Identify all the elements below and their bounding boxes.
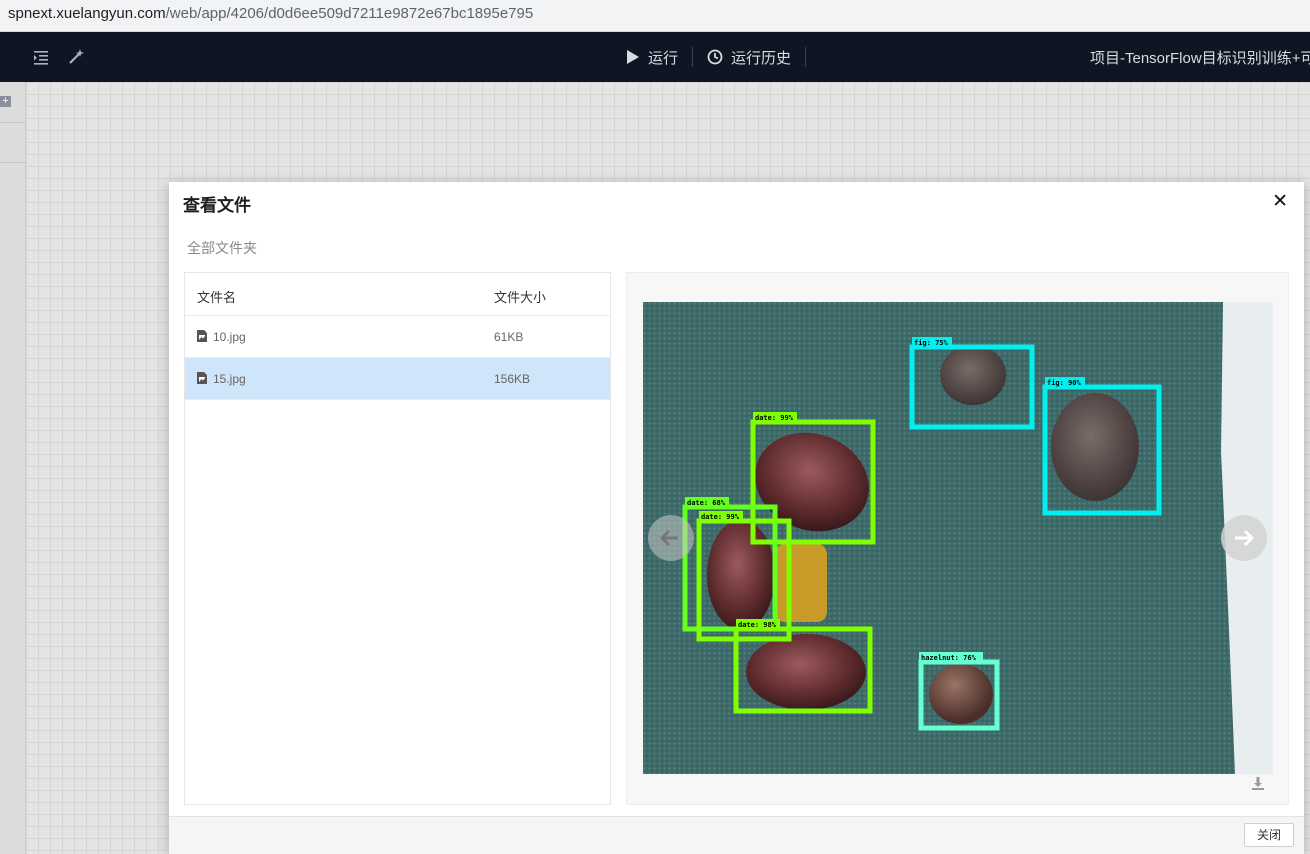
modal-footer: 关闭 bbox=[169, 816, 1304, 854]
left-panel-strip: + bbox=[0, 82, 26, 854]
date bbox=[707, 520, 775, 630]
app-top-bar: 运行 运行历史 项目-TensorFlow目标识别训练+可 bbox=[0, 32, 1310, 82]
download-icon[interactable] bbox=[1251, 776, 1265, 790]
run-label: 运行 bbox=[648, 49, 679, 67]
file-name: 15.jpg bbox=[213, 372, 246, 386]
divider bbox=[0, 162, 26, 163]
file-size: 156KB bbox=[494, 372, 531, 386]
browser-url-bar[interactable]: spnext.xuelangyun.com/web/app/4206/d0d6e… bbox=[0, 0, 1310, 32]
arrow-left-icon bbox=[659, 529, 678, 547]
preview-image: fig: 75% fig: 90% date: 99% date: 68% da… bbox=[643, 302, 1273, 774]
toolbar-divider bbox=[805, 47, 807, 67]
view-files-modal: 查看文件 ✕ 全部文件夹 文件名 文件大小 10.jpg 61KB 15.jpg… bbox=[169, 182, 1304, 854]
url-text[interactable]: spnext.xuelangyun.com/web/app/4206/d0d6e… bbox=[8, 5, 533, 22]
next-image-button[interactable] bbox=[1221, 515, 1267, 561]
file-name: 10.jpg bbox=[213, 330, 246, 344]
table-row-selected[interactable]: 15.jpg 156KB bbox=[185, 358, 610, 400]
modal-title: 查看文件 bbox=[183, 196, 251, 215]
table-row[interactable]: 10.jpg 61KB bbox=[185, 316, 610, 358]
fig bbox=[940, 345, 1006, 405]
previous-image-button[interactable] bbox=[648, 515, 694, 561]
detection-label: date: 99% bbox=[755, 414, 794, 422]
divider bbox=[0, 122, 26, 123]
clock-icon bbox=[707, 49, 723, 65]
gold-wrapper bbox=[775, 544, 827, 622]
hazelnut bbox=[929, 664, 993, 724]
close-icon[interactable]: ✕ bbox=[1272, 190, 1288, 213]
file-size: 61KB bbox=[494, 330, 524, 344]
play-icon bbox=[627, 50, 639, 64]
detection-label: date: 98% bbox=[738, 621, 777, 629]
date bbox=[746, 634, 866, 710]
url-path: /web/app/4206/d0d6ee509d7211e9872e67bc18… bbox=[165, 5, 534, 22]
detection-label: date: 99% bbox=[701, 513, 740, 521]
column-header-name: 文件名 bbox=[197, 290, 237, 305]
project-title: 项目-TensorFlow目标识别训练+可 bbox=[1090, 50, 1310, 67]
run-button[interactable]: 运行 bbox=[612, 47, 692, 67]
detection-label: fig: 90% bbox=[1047, 379, 1082, 387]
file-table: 文件名 文件大小 10.jpg 61KB 15.jpg 156KB bbox=[184, 272, 611, 805]
image-preview-pane: fig: 75% fig: 90% date: 99% date: 68% da… bbox=[626, 272, 1289, 805]
arrow-right-icon bbox=[1235, 529, 1255, 547]
fig bbox=[1051, 393, 1139, 501]
file-image-icon bbox=[197, 372, 207, 384]
url-host: spnext.xuelangyun.com bbox=[8, 5, 166, 22]
run-history-label: 运行历史 bbox=[731, 49, 792, 67]
outdent-icon[interactable] bbox=[32, 48, 50, 66]
detection-label: fig: 75% bbox=[914, 339, 949, 347]
detection-label: hazelnut: 76% bbox=[921, 654, 977, 662]
file-image-icon bbox=[197, 330, 207, 342]
add-icon[interactable]: + bbox=[0, 96, 11, 107]
column-header-size: 文件大小 bbox=[494, 290, 547, 305]
detection-label: date: 68% bbox=[687, 499, 726, 507]
run-history-button[interactable]: 运行历史 bbox=[692, 47, 805, 67]
close-button[interactable]: 关闭 bbox=[1244, 823, 1294, 847]
table-header: 文件名 文件大小 bbox=[185, 273, 610, 316]
magic-wand-icon[interactable] bbox=[67, 48, 85, 66]
breadcrumb[interactable]: 全部文件夹 bbox=[187, 238, 257, 258]
